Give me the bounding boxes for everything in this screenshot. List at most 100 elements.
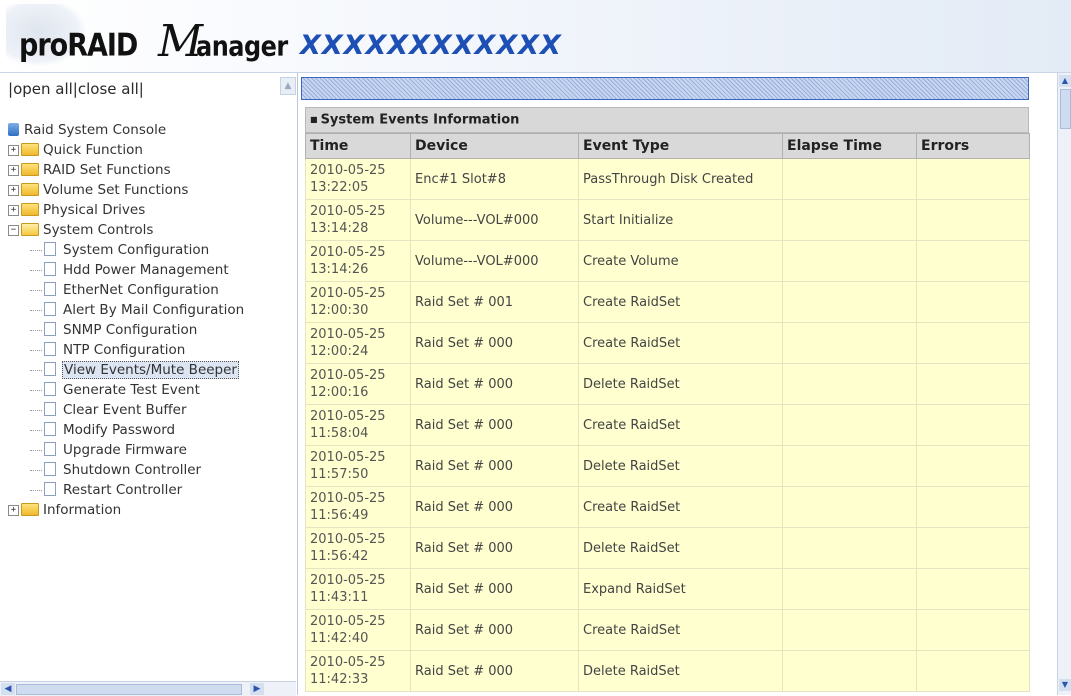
sidebar-item-label: Shutdown Controller xyxy=(63,462,202,478)
open-folder-icon xyxy=(21,222,39,236)
sidebar-item-shutdown-controller[interactable]: Shutdown Controller xyxy=(8,460,245,480)
sidebar-item-label: View Events/Mute Beeper xyxy=(62,361,239,379)
tree-group-label: System Controls xyxy=(43,222,154,238)
tree-root[interactable]: Raid System Console xyxy=(8,120,245,140)
sidebar-item-generate-test-event[interactable]: Generate Test Event xyxy=(8,380,245,400)
cell-errors xyxy=(916,568,1030,610)
open-all-link[interactable]: open all xyxy=(13,80,73,98)
sidebar-item-system-configuration[interactable]: System Configuration xyxy=(8,240,245,260)
collapse-icon[interactable]: − xyxy=(8,224,19,236)
table-row: 2010-05-25 11:42:33 Raid Set # 000 Delete R… xyxy=(305,650,1030,692)
folder-icon xyxy=(21,202,39,216)
expand-icon[interactable]: + xyxy=(8,184,19,196)
tree-group-physical-drives[interactable]: + Physical Drives xyxy=(8,200,245,220)
tree-group-raid-set-functions[interactable]: + RAID Set Functions xyxy=(8,160,245,180)
tree-group-label: RAID Set Functions xyxy=(43,162,171,178)
expand-icon[interactable]: + xyxy=(8,204,19,216)
table-row: 2010-05-25 13:14:26 Volume---VOL#000 Create… xyxy=(305,240,1030,282)
panel-title: ■ System Events Information xyxy=(305,107,1029,133)
sidebar-scroll-up-button[interactable]: ▲ xyxy=(280,77,296,95)
tree-connector xyxy=(30,449,42,451)
tree-group-system-controls[interactable]: − System Controls xyxy=(8,220,245,240)
table-row: 2010-05-25 12:00:24 Raid Set # 000 Create R… xyxy=(305,322,1030,364)
tree-group-label: Volume Set Functions xyxy=(43,182,189,198)
sidebar-horizontal-scrollbar[interactable]: ◀ ▶ xyxy=(0,681,296,696)
sidebar-item-label: NTP Configuration xyxy=(63,342,186,358)
cell-errors xyxy=(916,199,1030,241)
sidebar-item-label: Restart Controller xyxy=(63,482,183,498)
cell-errors xyxy=(916,404,1030,446)
cell-errors xyxy=(916,158,1030,200)
sidebar-item-clear-event-buffer[interactable]: Clear Event Buffer xyxy=(8,400,245,420)
scroll-left-icon[interactable]: ◀ xyxy=(1,683,15,695)
folder-icon xyxy=(21,182,39,196)
page-icon xyxy=(44,482,56,496)
cell-time: 2010-05-25 11:56:49 xyxy=(305,486,411,528)
cell-time: 2010-05-25 11:42:40 xyxy=(305,609,411,651)
tree-group-information[interactable]: + Information xyxy=(8,500,245,520)
tree-connector xyxy=(30,289,42,291)
column-header-time: Time xyxy=(305,133,411,159)
events-table: Time Device Event Type Elapse Time Error… xyxy=(305,133,1030,692)
sidebar-item-alert-by-mail[interactable]: Alert By Mail Configuration xyxy=(8,300,245,320)
sidebar-item-hdd-power-management[interactable]: Hdd Power Management xyxy=(8,260,245,280)
cell-date-text: 2010-05-25 xyxy=(310,532,386,547)
scroll-up-icon[interactable]: ▲ xyxy=(1059,75,1071,87)
tree-group-label: Physical Drives xyxy=(43,202,146,218)
cell-elapse-time xyxy=(782,404,917,446)
sidebar-item-view-events[interactable]: View Events/Mute Beeper xyxy=(8,360,245,380)
scroll-right-icon[interactable]: ▶ xyxy=(250,683,264,695)
sidebar-item-snmp-configuration[interactable]: SNMP Configuration xyxy=(8,320,245,340)
cell-event-type: PassThrough Disk Created xyxy=(578,158,783,200)
sidebar-item-label: Clear Event Buffer xyxy=(63,402,187,418)
cell-time: 2010-05-25 13:14:26 xyxy=(305,240,411,282)
cell-time: 2010-05-25 11:58:04 xyxy=(305,404,411,446)
table-row: 2010-05-25 11:42:40 Raid Set # 000 Create R… xyxy=(305,609,1030,651)
cell-time-text: 13:14:26 xyxy=(310,262,369,277)
page-icon xyxy=(44,442,56,456)
cell-time: 2010-05-25 13:14:28 xyxy=(305,199,411,241)
cell-device: Raid Set # 000 xyxy=(410,609,579,651)
expand-icon[interactable]: + xyxy=(8,504,19,516)
column-header-errors: Errors xyxy=(916,133,1030,159)
scroll-down-icon[interactable]: ▼ xyxy=(1059,679,1071,691)
close-all-link[interactable]: close all xyxy=(78,80,139,98)
cell-elapse-time xyxy=(782,322,917,364)
tree-group-volume-set-functions[interactable]: + Volume Set Functions xyxy=(8,180,245,200)
brand-name-pro: proRAID xyxy=(19,28,138,64)
folder-icon xyxy=(21,162,39,176)
expand-icon[interactable]: + xyxy=(8,144,19,156)
navigation-tree: Raid System Console + Quick Function + RAI… xyxy=(8,120,245,520)
page-icon xyxy=(44,422,56,436)
expand-icon[interactable]: + xyxy=(8,164,19,176)
cell-device: Raid Set # 000 xyxy=(410,404,579,446)
tree-connector xyxy=(30,349,42,351)
cell-time: 2010-05-25 12:00:24 xyxy=(305,322,411,364)
cell-errors xyxy=(916,240,1030,282)
sidebar-item-label: Modify Password xyxy=(63,422,176,438)
cell-event-type: Create RaidSet xyxy=(578,609,783,651)
scroll-thumb[interactable] xyxy=(16,684,242,695)
sidebar-item-modify-password[interactable]: Modify Password xyxy=(8,420,245,440)
table-row: 2010-05-25 11:57:50 Raid Set # 000 Delete R… xyxy=(305,445,1030,487)
sidebar-item-ntp-configuration[interactable]: NTP Configuration xyxy=(8,340,245,360)
scroll-thumb[interactable] xyxy=(1060,89,1071,129)
sidebar-item-upgrade-firmware[interactable]: Upgrade Firmware xyxy=(8,440,245,460)
cell-elapse-time xyxy=(782,240,917,282)
sidebar-item-label: System Configuration xyxy=(63,242,210,258)
page-icon xyxy=(44,342,56,356)
table-row: 2010-05-25 11:43:11 Raid Set # 000 Expand R… xyxy=(305,568,1030,610)
tree-group-quick-function[interactable]: + Quick Function xyxy=(8,140,245,160)
cell-date-text: 2010-05-25 xyxy=(310,286,386,301)
cell-elapse-time xyxy=(782,650,917,692)
column-header-event-type: Event Type xyxy=(578,133,783,159)
tree-root-label: Raid System Console xyxy=(24,122,167,138)
cell-date-text: 2010-05-25 xyxy=(310,655,386,670)
sidebar-item-restart-controller[interactable]: Restart Controller xyxy=(8,480,245,500)
cell-time-text: 12:00:30 xyxy=(310,303,369,318)
cell-time-text: 12:00:16 xyxy=(310,385,369,400)
cell-event-type: Start Initialize xyxy=(578,199,783,241)
sidebar-item-ethernet-configuration[interactable]: EtherNet Configuration xyxy=(8,280,245,300)
cell-device: Raid Set # 000 xyxy=(410,322,579,364)
page-vertical-scrollbar[interactable]: ▲ ▼ xyxy=(1057,73,1071,695)
